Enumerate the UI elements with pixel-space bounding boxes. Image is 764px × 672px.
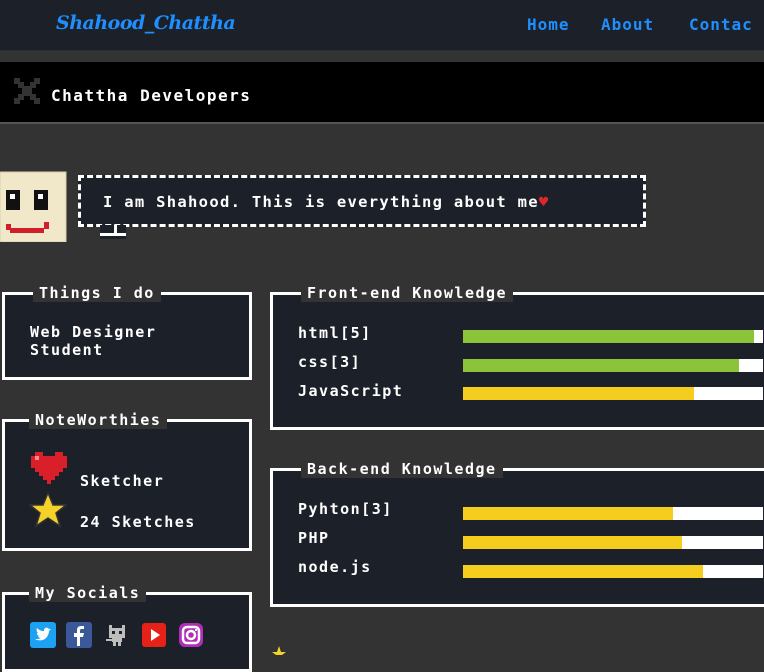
skill-label: JavaScript [298, 382, 404, 400]
panel-things-i-do: Things I do Web Designer Student [2, 284, 252, 380]
noteworthy-label: Sketcher [80, 472, 165, 490]
skill-bar-fill [463, 565, 703, 578]
role-text: Web Designer [30, 323, 157, 341]
nav-link-home[interactable]: Home [527, 15, 570, 34]
skill-label: html[5] [298, 324, 372, 342]
speech-tail [100, 225, 126, 239]
panel-title: Front-end Knowledge [301, 284, 514, 302]
panel-noteworthies: NoteWorthies Sketcher 24 Sketches [2, 411, 252, 551]
panel-title: NoteWorthies [29, 411, 168, 429]
skill-bar [463, 330, 763, 343]
skill-bar-fill [463, 536, 682, 549]
star-icon [272, 646, 286, 655]
instagram-icon[interactable] [178, 622, 204, 648]
panel-frontend-knowledge: Front-end Knowledge html[5] css[3] JavaS… [270, 284, 764, 430]
window-title: Chattha Developers [51, 86, 252, 105]
facebook-icon[interactable] [66, 622, 92, 648]
skill-label: node.js [298, 558, 372, 576]
panel-backend-knowledge: Back-end Knowledge Pyhton[3] PHP node.js [270, 460, 764, 607]
intro-text: I am Shahood. This is everything about m… [103, 193, 550, 211]
skill-bar [463, 536, 763, 549]
panel-title: Things I do [33, 284, 161, 302]
panel-title: Back-end Knowledge [301, 460, 503, 478]
skill-bar [463, 387, 763, 400]
skill-bar-fill [463, 330, 754, 343]
skill-label: css[3] [298, 353, 362, 371]
heart-icon [31, 452, 67, 484]
skill-bar [463, 507, 763, 520]
twitter-icon[interactable] [30, 622, 56, 648]
skill-bar-fill [463, 359, 739, 372]
nav-link-contact[interactable]: Contac [689, 15, 753, 34]
intro-speech-bubble: I am Shahood. This is everything about m… [78, 175, 646, 227]
close-icon[interactable] [14, 78, 40, 104]
role-text: Student [30, 341, 104, 359]
brand-logo[interactable]: Shahood_Chattha [56, 12, 236, 34]
navbar: Shahood_Chattha Home About Contac [0, 0, 764, 51]
skill-label: Pyhton[3] [298, 500, 393, 518]
skill-bar-fill [463, 387, 694, 400]
github-icon[interactable] [104, 622, 130, 648]
skill-bar-fill [463, 507, 673, 520]
heart-icon: ♥ [538, 193, 550, 211]
panel-title: My Socials [29, 584, 147, 602]
nav-link-about[interactable]: About [601, 15, 654, 34]
noteworthy-label: 24 Sketches [80, 513, 196, 531]
youtube-icon[interactable] [141, 622, 167, 648]
smiley-avatar [0, 171, 67, 242]
window-titlebar: Chattha Developers [0, 62, 764, 124]
skill-label: PHP [298, 529, 330, 547]
skill-bar [463, 359, 763, 372]
skill-bar [463, 565, 763, 578]
star-icon [29, 492, 67, 528]
